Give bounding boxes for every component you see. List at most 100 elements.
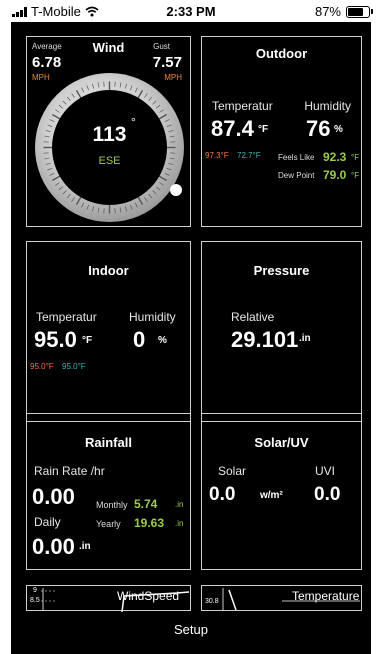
rain-daily-label: Daily xyxy=(34,515,61,529)
compass-tick xyxy=(119,82,122,88)
battery-percent: 87% xyxy=(314,4,341,19)
setup-button[interactable]: Setup xyxy=(11,622,371,637)
compass-tick xyxy=(124,83,127,89)
pressure-relative-unit: .in xyxy=(299,333,311,344)
windspeed-mini-chart[interactable]: 9 8.5 WindSpeed xyxy=(26,585,191,612)
wind-compass-dial: 113 ° ESE xyxy=(35,73,184,222)
wind-direction-text: ESE xyxy=(98,155,121,167)
compass-tick xyxy=(148,194,153,199)
rain-yearly-label: Yearly xyxy=(96,519,121,529)
compass-tick xyxy=(164,172,170,176)
feels-like-unit: °F xyxy=(351,153,360,162)
rain-rate-label: Rain Rate /hr xyxy=(34,464,105,478)
outdoor-title: Outdoor xyxy=(255,46,308,61)
compass-tick xyxy=(62,100,67,105)
indoor-low-temp: 95.0°F xyxy=(62,362,86,371)
compass-tick xyxy=(58,186,63,191)
windspeed-mini-title: WindSpeed xyxy=(117,589,180,603)
indoor-temperature-label: Temperatur xyxy=(36,310,97,324)
rainfall-title: Rainfall xyxy=(85,435,132,450)
indoor-humidity-value: 0 xyxy=(133,327,146,352)
dew-point-unit: °F xyxy=(351,171,360,180)
indoor-panel[interactable]: Indoor Temperatur Humidity 95.0 °F 0 % 9… xyxy=(26,241,191,422)
compass-tick xyxy=(47,168,53,171)
compass-tick xyxy=(86,85,89,91)
compass-tick xyxy=(62,190,67,195)
compass-tick xyxy=(55,109,60,113)
weather-dashboard: Average Wind Gust 6.78 7.57 MPH MPH 113 … xyxy=(11,22,371,654)
temperature-mini-title: Temperature xyxy=(292,589,360,603)
wind-gust-value: 7.57 xyxy=(152,54,182,71)
rain-yearly-value: 19.63 xyxy=(134,516,165,530)
solar-uv-panel[interactable]: Solar/UV Solar UVI 0.0 w/m² 0.0 xyxy=(201,413,362,570)
compass-tick xyxy=(159,109,164,113)
indoor-humidity-unit: % xyxy=(158,335,167,346)
solar-uv-title: Solar/UV xyxy=(254,435,309,450)
compass-tick xyxy=(164,119,170,123)
compass-tick xyxy=(81,202,85,208)
compass-tick xyxy=(152,100,157,105)
compass-tick xyxy=(49,119,55,123)
rain-rate-value: 0.00 xyxy=(32,484,75,509)
dew-point-label: Dew Point xyxy=(278,171,315,180)
rain-daily-value: 0.00 xyxy=(32,534,75,559)
compass-tick xyxy=(148,96,153,101)
compass-tick xyxy=(130,85,133,91)
outdoor-high-temp: 97.3°F xyxy=(205,151,229,160)
compass-tick xyxy=(97,207,100,213)
compass-tick xyxy=(92,206,95,212)
status-bar: T-Mobile 2:33 PM 87% xyxy=(0,0,382,22)
feels-like-value: 92.3 xyxy=(323,150,347,164)
wind-panel[interactable]: Average Wind Gust 6.78 7.57 MPH MPH 113 … xyxy=(26,36,191,227)
feels-like-label: Feels Like xyxy=(278,153,315,162)
pressure-relative-label: Relative xyxy=(231,310,275,324)
temperature-mini-chart[interactable]: 30.8 Temperature xyxy=(201,585,362,611)
compass-tick xyxy=(134,87,138,93)
pressure-title: Pressure xyxy=(253,263,310,278)
compass-tick xyxy=(137,196,144,206)
outdoor-temperature-unit: °F xyxy=(258,124,269,135)
compass-tick xyxy=(49,172,55,176)
compass-tick xyxy=(81,87,85,93)
compass-tick xyxy=(119,207,122,213)
compass-tick xyxy=(130,204,133,210)
solar-label: Solar xyxy=(218,464,247,478)
compass-tick xyxy=(158,113,168,120)
rain-daily-unit: .in xyxy=(79,541,91,552)
dew-point-value: 79.0 xyxy=(323,168,347,182)
compass-tick xyxy=(55,182,60,186)
rainfall-panel[interactable]: Rainfall Rain Rate /hr 0.00 Daily 0.00 .… xyxy=(26,413,191,570)
compass-face xyxy=(52,90,167,205)
compass-tick xyxy=(71,197,75,202)
compass-tick xyxy=(92,83,95,89)
compass-tick xyxy=(156,104,161,109)
uvi-value: 0.0 xyxy=(314,484,341,505)
outdoor-panel[interactable]: Outdoor Temperatur Humidity 87.4 °F 76 %… xyxy=(201,36,362,227)
rain-monthly-unit: .in xyxy=(175,500,184,509)
compass-tick xyxy=(97,82,100,88)
pressure-panel[interactable]: Pressure Relative 29.101 .in xyxy=(201,241,362,422)
compass-tick xyxy=(158,175,168,182)
indoor-high-temp: 95.0°F xyxy=(30,362,54,371)
compass-tick xyxy=(86,204,89,210)
compass-tick xyxy=(159,182,164,186)
solar-value: 0.0 xyxy=(209,484,236,505)
outdoor-temperature-value: 87.4 xyxy=(211,116,254,141)
outdoor-low-temp: 72.7°F xyxy=(237,151,261,160)
outdoor-humidity-unit: % xyxy=(334,124,343,135)
compass-tick xyxy=(144,197,148,202)
compass-tick xyxy=(166,168,172,171)
wind-direction-degrees: 113 xyxy=(92,123,127,146)
status-right: 87% xyxy=(314,4,373,19)
compass-tick xyxy=(71,93,75,98)
compass-tick xyxy=(144,93,148,98)
indoor-temperature-value: 95.0 xyxy=(34,327,77,352)
pressure-relative-value: 29.101 xyxy=(231,327,299,352)
wind-direction-marker-icon xyxy=(170,184,182,196)
indoor-temperature-unit: °F xyxy=(82,335,93,346)
outdoor-humidity-label: Humidity xyxy=(304,99,351,113)
compass-tick xyxy=(156,186,161,191)
compass-tick xyxy=(66,194,71,199)
compass-tick xyxy=(75,196,82,206)
rain-yearly-unit: .in xyxy=(175,519,184,528)
